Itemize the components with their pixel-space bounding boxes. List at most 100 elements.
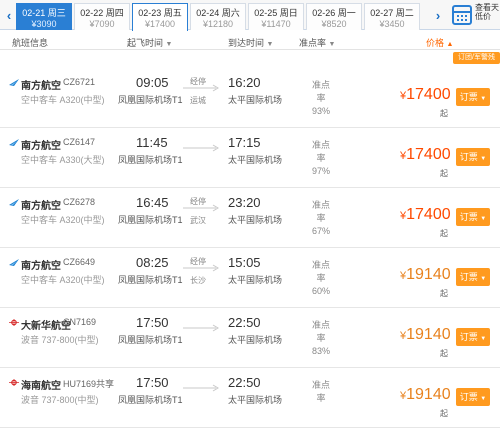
book-button-label: 订票 [459, 152, 478, 162]
flight-number[interactable]: CZ6721 [63, 77, 95, 87]
price-value: 17400 [406, 206, 451, 223]
route-arrow-icon [183, 384, 219, 392]
calendar-icon[interactable] [452, 5, 472, 25]
airline-name: 南方航空 [21, 141, 61, 152]
departure-airport: 凤凰国际机场T1 [118, 215, 183, 225]
book-button-label: 订票 [459, 332, 478, 342]
chevron-down-icon: ▼ [480, 276, 487, 282]
aircraft-type[interactable]: 空中客车 A320(中型) [21, 93, 105, 106]
arrival-airport: 太平国际机场 [228, 395, 283, 405]
airline-name: 南方航空 [21, 201, 61, 212]
book-button[interactable]: 订票 ▼ [456, 88, 490, 106]
airline-logo-icon [9, 139, 19, 146]
flight-price: ¥17400 [400, 86, 451, 104]
airline-logo-icon [9, 259, 19, 266]
date-tab-price: ¥17400 [144, 19, 176, 29]
departure-airport: 凤凰国际机场T1 [118, 95, 183, 105]
header-price[interactable]: 价格 ▲ [426, 36, 453, 49]
book-button[interactable]: 订票 ▼ [456, 328, 490, 346]
ontime-rate: 67% [311, 226, 330, 236]
flight-number[interactable]: HU7169共享 [63, 377, 114, 390]
header-departure-time[interactable]: 起飞时间 ▼ [127, 36, 172, 49]
header-ontime-rate[interactable]: 准点率 ▼ [299, 36, 335, 49]
airline-name: 南方航空 [21, 81, 61, 92]
price-value: 19140 [406, 386, 451, 403]
stopover-city: 武汉 [190, 216, 206, 225]
stopover-info[interactable]: 经停 运城 [187, 77, 209, 106]
header-arrival-time-label: 到达时间 [228, 38, 265, 48]
flight-row: 海南航空 HU7169共享 波音 737-800(中型) 17:50 凤凰国际机场T1 2… [0, 368, 500, 428]
prev-date-arrow-icon[interactable]: ‹ [3, 0, 15, 30]
date-tab[interactable]: 02-27 周二 ¥3450 [364, 3, 420, 30]
price-value: 19140 [406, 326, 451, 343]
flight-number[interactable]: CZ6649 [63, 257, 95, 267]
airline-name: 南方航空 [21, 261, 61, 272]
ontime-label: 准点率 [311, 320, 330, 343]
date-tab[interactable]: 02-22 周四 ¥7090 [74, 3, 130, 30]
flight-row: 南方航空 CZ6278 空中客车 A320(中型) 16:45 凤凰国际机场T1 经停 武汉… [0, 188, 500, 248]
date-tab-label: 02-25 周日 [254, 8, 298, 18]
book-button-label: 订票 [459, 392, 478, 402]
date-tab-price: ¥7090 [89, 19, 115, 29]
arrival-time: 16:20 [228, 75, 261, 90]
aircraft-type[interactable]: 波音 737-800(中型) [21, 333, 99, 346]
flight-number[interactable]: CN7169 [63, 317, 96, 327]
date-tab[interactable]: 02-21 周三 ¥3090 [16, 3, 72, 30]
sort-caret-icon: ▲ [446, 41, 454, 48]
book-button-label: 订票 [459, 212, 478, 222]
aircraft-type[interactable]: 空中客车 A320(中型) [21, 213, 105, 226]
ontime-label: 准点率 [311, 80, 330, 103]
calendar-low-price-link[interactable]: 查看天低价 [475, 3, 500, 21]
aircraft-type[interactable]: 空中客车 A320(中型) [21, 273, 105, 286]
flight-price: ¥17400 [400, 206, 451, 224]
ontime-label: 准点率 [311, 380, 330, 403]
date-bar: ‹ 02-21 周三 ¥3090 02-22 周四 ¥7090 02-23 周五 ¥174… [0, 0, 500, 31]
route-arrow-icon [183, 324, 219, 332]
price-from-label: 起 [440, 349, 448, 358]
price-value: 17400 [406, 146, 451, 163]
departure-airport: 凤凰国际机场T1 [118, 275, 183, 285]
aircraft-type[interactable]: 波音 737-800(中型) [21, 393, 99, 406]
departure-time: 17:50 [136, 375, 169, 390]
flight-price: ¥19140 [400, 386, 451, 404]
date-tab-label: 02-27 周二 [370, 8, 414, 18]
date-tab[interactable]: 02-23 周五 ¥17400 [132, 3, 188, 31]
flight-number[interactable]: CZ6147 [63, 137, 95, 147]
date-tab[interactable]: 02-24 周六 ¥12180 [190, 3, 246, 30]
csair-logo-icon [9, 139, 19, 146]
aircraft-type[interactable]: 空中客车 A330(大型) [21, 153, 105, 166]
flight-number[interactable]: CZ6278 [63, 197, 95, 207]
flight-row: 南方航空 CZ6147 空中客车 A330(大型) 11:45 凤凰国际机场T1 17:1… [0, 128, 500, 188]
stopover-label: 经停 [190, 257, 206, 266]
header-arrival-time[interactable]: 到达时间 ▼ [228, 36, 273, 49]
flight-row: 南方航空 CZ6649 空中客车 A320(中型) 08:25 凤凰国际机场T1 经停 长沙… [0, 248, 500, 308]
ontime-label: 准点率 [311, 140, 330, 163]
price-from-label: 起 [440, 109, 448, 118]
book-button[interactable]: 订票 ▼ [456, 268, 490, 286]
price-from-label: 起 [440, 289, 448, 298]
stopover-info[interactable]: 经停 武汉 [187, 197, 209, 226]
book-button[interactable]: 订票 ▼ [456, 208, 490, 226]
header-price-label: 价格 [426, 38, 445, 48]
stopover-label: 经停 [190, 77, 206, 86]
stopover-info[interactable]: 经停 长沙 [187, 257, 209, 286]
departure-time: 11:45 [136, 135, 168, 150]
date-tab[interactable]: 02-26 周一 ¥8520 [306, 3, 362, 30]
next-date-arrow-icon[interactable]: › [432, 0, 444, 30]
airline-logo-icon [9, 199, 19, 206]
arrival-airport: 太平国际机场 [228, 275, 283, 285]
arrival-time: 22:50 [228, 315, 261, 330]
book-button-label: 订票 [459, 92, 478, 102]
group-booking-button[interactable]: 订团/军警残 [453, 52, 500, 64]
airline-logo-icon [9, 79, 19, 86]
book-button[interactable]: 订票 ▼ [456, 388, 490, 406]
book-button[interactable]: 订票 ▼ [456, 148, 490, 166]
date-tab[interactable]: 02-25 周日 ¥11470 [248, 3, 304, 30]
date-tab-price: ¥11470 [261, 19, 291, 29]
airline-logo-icon [9, 379, 19, 386]
sort-caret-icon: ▼ [266, 41, 274, 48]
departure-time: 08:25 [136, 255, 169, 270]
date-tab-label: 02-22 周四 [80, 8, 124, 18]
price-value: 19140 [406, 266, 451, 283]
date-tab-price: ¥3090 [31, 19, 57, 29]
